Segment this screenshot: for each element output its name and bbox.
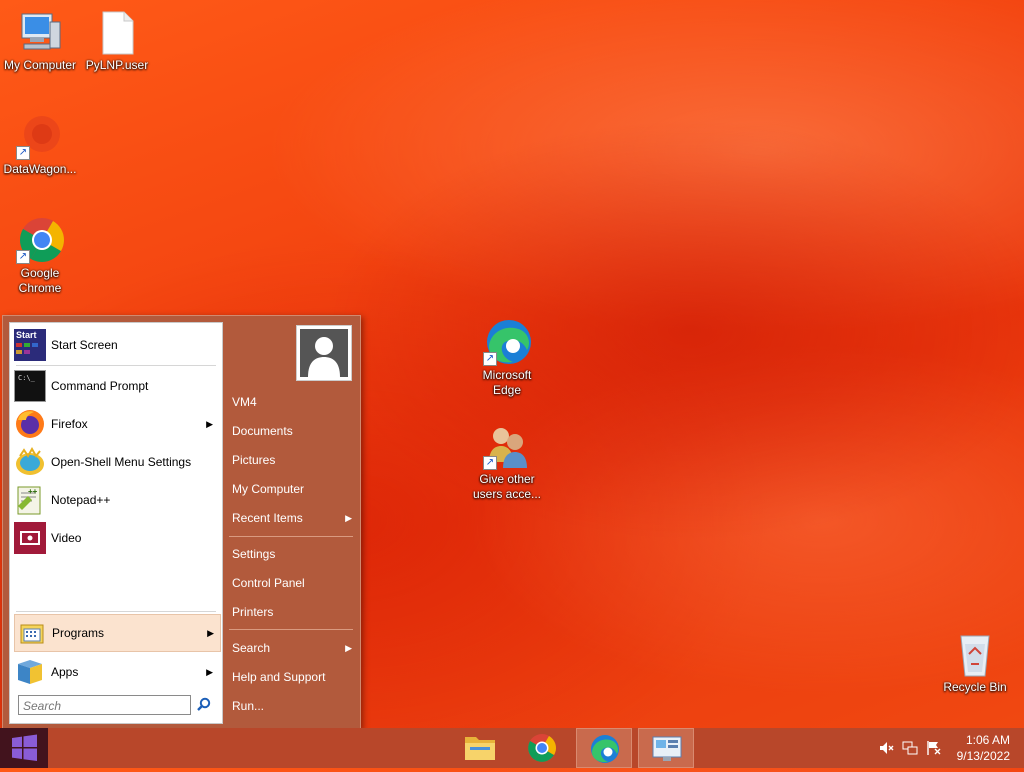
menu-item-printers[interactable]: Printers — [232, 601, 354, 623]
desktop-icon-label: Microsoft Edge — [482, 368, 532, 397]
submenu-arrow-icon: ▶ — [345, 513, 352, 523]
menu-separator — [229, 629, 353, 630]
clock[interactable]: 1:06 AM 9/13/2022 — [930, 732, 1010, 764]
start-menu-search-input[interactable]: Search — [18, 695, 191, 715]
submenu-arrow-icon: ▶ — [345, 643, 352, 653]
taskbar-control-panel[interactable] — [638, 728, 694, 768]
clock-time: 1:06 AM — [965, 733, 1010, 747]
menu-item-label: Notepad++ — [51, 493, 111, 507]
menu-item-settings[interactable]: Settings — [232, 543, 354, 565]
start-screen-icon-text: Start — [16, 330, 37, 340]
menu-item-label: Start Screen — [51, 338, 118, 352]
menu-item-pictures[interactable]: Pictures — [232, 449, 354, 471]
menu-item-label: Firefox — [51, 417, 88, 431]
desktop-icon-my-computer[interactable]: My Computer — [0, 8, 80, 73]
menu-item-run[interactable]: Run... — [232, 695, 354, 717]
menu-item-search[interactable]: Search ▶ — [232, 637, 354, 659]
desktop-icon-datawagon[interactable]: ↗ DataWagon... — [0, 112, 80, 177]
clock-date: 9/13/2022 — [956, 749, 1010, 763]
menu-item-vm4[interactable]: VM4 — [232, 391, 354, 413]
taskbar: 1:06 AM 9/13/2022 — [0, 728, 1024, 768]
menu-item-notepad-plus-plus[interactable]: ++ Notepad++ — [14, 482, 219, 518]
menu-item-control-panel[interactable]: Control Panel — [232, 572, 354, 594]
desktop-icon-google-chrome[interactable]: ↗ Google Chrome — [0, 216, 80, 296]
taskbar-chrome[interactable] — [514, 728, 570, 768]
file-icon — [93, 8, 141, 56]
volume-muted-icon[interactable] — [878, 740, 894, 759]
command-prompt-icon: C:\_ — [14, 370, 46, 402]
menu-item-label: Open-Shell Menu Settings — [51, 455, 192, 469]
menu-separator — [229, 536, 353, 537]
menu-item-video[interactable]: Video — [14, 520, 219, 556]
desktop-icon-label: DataWagon... — [3, 162, 77, 176]
firefox-icon — [14, 408, 46, 440]
chrome-icon: ↗ — [16, 216, 64, 264]
open-shell-icon — [14, 446, 46, 478]
menu-item-label: Command Prompt — [51, 379, 149, 393]
shortcut-arrow-icon: ↗ — [483, 352, 497, 366]
menu-item-help-and-support[interactable]: Help and Support — [232, 666, 354, 688]
datawagon-icon: ↗ — [16, 112, 64, 160]
folder-icon — [465, 737, 495, 760]
menu-separator — [16, 365, 216, 366]
menu-item-start-screen[interactable]: Start Start Screen — [14, 327, 219, 363]
menu-item-open-shell-settings[interactable]: Open-Shell Menu Settings — [14, 444, 219, 480]
menu-item-label: Programs — [52, 626, 105, 640]
edge-icon: ↗ — [483, 318, 531, 366]
notepad-plus-plus-icon: ++ — [14, 484, 46, 516]
start-menu-left-panel: Start Start Screen C:\_ Command Prompt F… — [9, 322, 223, 724]
taskbar-file-explorer[interactable] — [452, 728, 508, 768]
start-screen-icon: Start — [14, 329, 46, 361]
submenu-arrow-icon: ▶ — [206, 666, 213, 677]
menu-item-label: Video — [51, 531, 82, 545]
chrome-icon — [528, 734, 556, 762]
control-panel-icon — [652, 736, 682, 761]
menu-item-label: Search — [232, 641, 271, 655]
command-prompt-icon-text: C:\_ — [18, 374, 35, 382]
users-icon: ↗ — [483, 422, 531, 470]
submenu-arrow-icon: ▶ — [206, 418, 213, 429]
desktop-icon-give-other-users-access[interactable]: ↗ Give other users acce... — [467, 422, 547, 502]
desktop-icon-label: My Computer — [3, 58, 77, 72]
menu-item-firefox[interactable]: Firefox ▶ — [14, 406, 219, 442]
menu-item-apps[interactable]: Apps ▶ — [14, 654, 219, 690]
desktop-icon-pylnp-user[interactable]: PyLNP.user — [77, 8, 157, 73]
search-icon[interactable] — [196, 697, 212, 713]
menu-item-documents[interactable]: Documents — [232, 420, 354, 442]
windows-logo-icon — [12, 734, 37, 761]
start-button[interactable] — [0, 728, 48, 768]
recycle-bin-icon — [951, 630, 999, 678]
menu-item-label: Recent Items — [232, 511, 303, 525]
start-menu-right-panel: VM4 Documents Pictures My Computer Recen… — [221, 316, 360, 728]
menu-item-programs[interactable]: Programs ▶ — [14, 614, 221, 652]
computer-icon — [16, 8, 64, 56]
start-menu: Start Start Screen C:\_ Command Prompt F… — [2, 315, 361, 729]
desktop-icon-label: Recycle Bin — [943, 680, 1007, 694]
menu-item-command-prompt[interactable]: C:\_ Command Prompt — [14, 368, 219, 404]
desktop-icon-label: PyLNP.user — [85, 58, 149, 72]
video-icon — [14, 522, 46, 554]
shortcut-arrow-icon: ↗ — [16, 250, 30, 264]
notepad-icon-text: ++ — [28, 487, 38, 496]
menu-separator — [16, 611, 216, 612]
desktop-icon-label: Google Chrome — [18, 266, 62, 295]
shortcut-arrow-icon: ↗ — [16, 146, 30, 160]
programs-icon — [15, 617, 47, 649]
shortcut-arrow-icon: ↗ — [483, 456, 497, 470]
desktop-icon-microsoft-edge[interactable]: ↗ Microsoft Edge — [467, 318, 547, 398]
taskbar-edge[interactable] — [576, 728, 632, 768]
submenu-arrow-icon: ▶ — [207, 627, 214, 638]
user-avatar[interactable] — [296, 325, 352, 381]
menu-item-recent-items[interactable]: Recent Items ▶ — [232, 507, 354, 529]
edge-icon — [591, 735, 619, 763]
desktop-icon-recycle-bin[interactable]: Recycle Bin — [935, 630, 1015, 695]
menu-item-label: Apps — [51, 665, 79, 679]
system-tray: 1:06 AM 9/13/2022 — [864, 728, 1024, 768]
network-icon[interactable] — [902, 740, 918, 759]
desktop-icon-label: Give other users acce... — [472, 472, 542, 501]
user-icon — [300, 329, 348, 377]
apps-icon — [14, 656, 46, 688]
menu-item-my-computer[interactable]: My Computer — [232, 478, 354, 500]
